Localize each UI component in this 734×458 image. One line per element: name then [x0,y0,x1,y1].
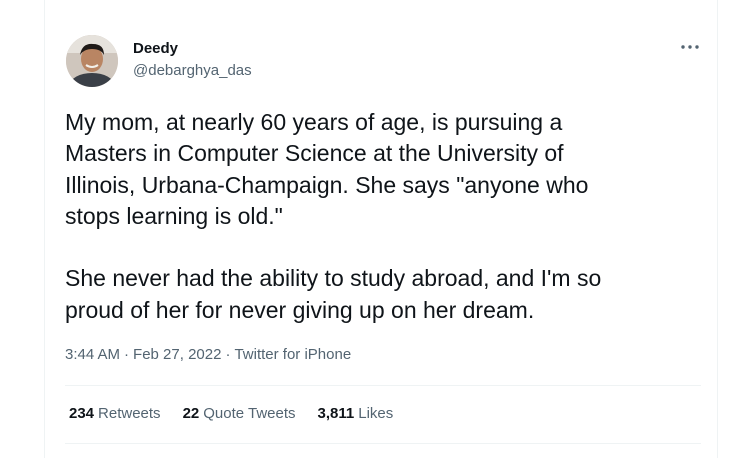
more-horizontal-icon [681,45,699,49]
likes-count: 3,811 [317,405,355,422]
retweets-count: 234 [69,405,95,422]
user-handle[interactable]: @debarghya_das [133,62,252,80]
tweet-source-link[interactable]: Twitter for iPhone [234,346,351,363]
tweet-time-link[interactable]: 3:44 AM [65,346,120,363]
quote-tweets-count: 22 [182,405,200,422]
retweets-stat[interactable]: 234 Retweets [69,404,161,424]
avatar[interactable] [66,35,118,87]
likes-stat[interactable]: 3,811 Likes [318,404,394,424]
divider [65,385,701,386]
tweet-date-link[interactable]: Feb 27, 2022 [133,346,221,363]
meta-separator: · [225,346,231,363]
likes-label: Likes [358,405,394,422]
more-options-button[interactable] [673,34,707,60]
tweet-stats: 234 Retweets 22 Quote Tweets 3,811 Likes [69,404,393,424]
tweet-card: Deedy @debarghya_das My mom, at nearly 6… [44,0,718,458]
retweets-label: Retweets [98,405,161,422]
display-name[interactable]: Deedy [133,40,178,58]
meta-separator: · [124,346,130,363]
quote-tweets-label: Quote Tweets [203,405,296,422]
tweet-text: My mom, at nearly 60 years of age, is pu… [65,109,602,323]
quote-tweets-stat[interactable]: 22 Quote Tweets [183,404,296,424]
divider [65,443,701,444]
tweet-meta: 3:44 AM · Feb 27, 2022 · Twitter for iPhone [65,345,351,365]
avatar-photo-icon [66,35,118,87]
